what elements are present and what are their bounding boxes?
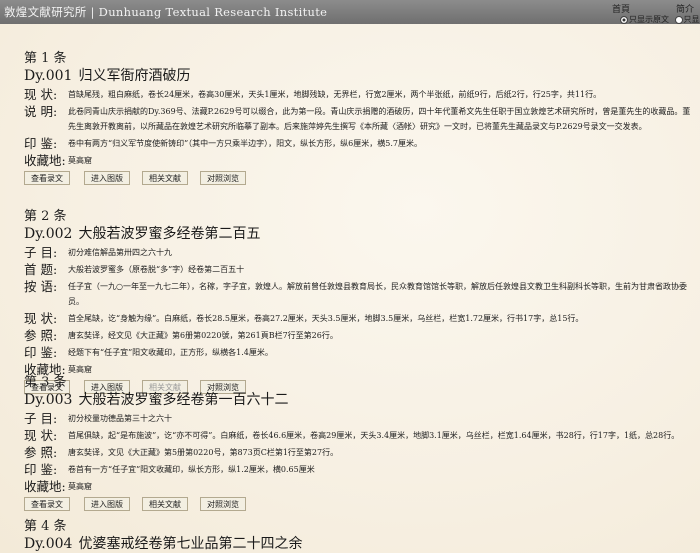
field-row: 现 状: 首全尾缺，讫“身触为缘”。白麻纸，卷长28.5厘米，卷高27.2厘米，… xyxy=(24,311,694,326)
entry-title-row: Dy.002 大般若波罗蜜多经卷第二百五 xyxy=(24,225,694,243)
compare-button[interactable]: 对照浏览 xyxy=(200,497,246,511)
field-label: 子 目: xyxy=(24,245,58,260)
field-value: 卷首有一方“任子宜”阳文收藏印，纵长方形，纵1.2厘米，横0.65厘米 xyxy=(68,465,315,474)
field-row: 收藏地: 莫高窟 xyxy=(24,153,694,168)
radio-all-label: 只显示 xyxy=(683,15,700,24)
entry-seq: 第 2 条 xyxy=(24,209,67,224)
entry-title: 大般若波罗蜜多经卷第一百六十二 xyxy=(78,392,289,408)
field-label: 说 明: xyxy=(24,104,58,119)
entry-actions: 查看录文 进入图版 相关文献 对照浏览 xyxy=(24,494,694,516)
view-image-button[interactable]: 进入图版 xyxy=(84,497,130,511)
field-row: 印 鉴: 卷首有一方“任子宜”阳文收藏印，纵长方形，纵1.2厘米，横0.65厘米 xyxy=(24,462,694,477)
entry-actions: 查看录文 进入图版 相关文献 对照浏览 xyxy=(24,168,694,190)
entry-title: 归义军衙府酒破历 xyxy=(78,68,191,84)
field-value: 唐玄奘译，经文见《大正藏》第6册第0220號，第261頁B栏7行至第26行。 xyxy=(68,331,338,340)
field-label: 收藏地: xyxy=(24,153,66,168)
field-label: 现 状: xyxy=(24,311,58,326)
field-value: 初分难信解品第卅四之六十九 xyxy=(68,248,172,257)
field-row: 收藏地: 莫高窟 xyxy=(24,479,694,494)
field-row: 子 目: 初分校量功德品第三十之六十 xyxy=(24,411,694,426)
field-row: 参 照: 唐玄奘译，经文见《大正藏》第6册第0220號，第261頁B栏7行至第2… xyxy=(24,328,694,343)
field-label: 印 鉴: xyxy=(24,136,58,151)
entry-id: Dy.001 xyxy=(24,68,73,84)
field-row: 按 语: 任子宜（一九○一年至一九七二年），名稼，字子宜，敦煌人。解放前曾任敦煌… xyxy=(24,279,694,309)
field-value: 初分校量功德品第三十之六十 xyxy=(68,414,172,423)
view-record-button[interactable]: 查看录文 xyxy=(24,171,70,185)
entry-id: Dy.003 xyxy=(24,392,73,408)
results-list: 第 1 条 Dy.001 归义军衙府酒破历 现 状: 首缺尾残，粗白麻纸，卷长24… xyxy=(0,24,700,553)
entry-id: Dy.004 xyxy=(24,536,73,552)
field-label: 首 题: xyxy=(24,262,58,277)
field-row: 子 目: 初分难信解品第卅四之六十九 xyxy=(24,245,694,260)
field-label: 参 照: xyxy=(24,328,58,343)
entry-seq: 第 1 条 xyxy=(24,51,67,66)
field-row: 说 明: 此卷同青山庆示捐献的Dy.369号、法藏P.2629号可以缀合，此为第… xyxy=(24,104,694,134)
field-row: 现 状: 首尾俱缺，起“是布施波”，讫“亦不可得”。白麻纸，卷长46.6厘米，卷… xyxy=(24,428,694,443)
field-value: 唐玄奘译，文见《大正藏》第5册第0220号，第873页C栏第1行至第27行。 xyxy=(68,448,339,457)
view-record-button[interactable]: 查看录文 xyxy=(24,497,70,511)
entry-title-row: Dy.004 优婆塞戒经卷第七业品第二十四之余 xyxy=(24,535,694,553)
radio-all[interactable] xyxy=(674,16,683,24)
field-row: 参 照: 唐玄奘译，文见《大正藏》第5册第0220号，第873页C栏第1行至第2… xyxy=(24,445,694,460)
radio-text-only[interactable] xyxy=(620,16,628,24)
field-label: 印 鉴: xyxy=(24,462,58,477)
entry-3: 第 3 条 Dy.003 大般若波罗蜜多经卷第一百六十二 子 目: 初分校量功德品… xyxy=(24,375,694,516)
field-row: 印 鉴: 经题下有“任子宜”阳文收藏印，正方形，纵横各1.4厘米。 xyxy=(24,345,694,360)
entry-4: 第 4 条 Dy.004 优婆塞戒经卷第七业品第二十四之余 xyxy=(24,519,694,553)
field-value: 首缺尾残，粗白麻纸，卷长24厘米，卷高30厘米，天头1厘米，地脚残缺，无界栏，行… xyxy=(68,90,602,99)
field-row: 现 状: 首缺尾残，粗白麻纸，卷长24厘米，卷高30厘米，天头1厘米，地脚残缺，… xyxy=(24,87,694,102)
field-value: 首全尾缺，讫“身触为缘”。白麻纸，卷长28.5厘米，卷高27.2厘米，天头3.5… xyxy=(68,314,584,323)
entry-1: 第 1 条 Dy.001 归义军衙府酒破历 现 状: 首缺尾残，粗白麻纸，卷长24… xyxy=(24,51,694,190)
field-label: 印 鉴: xyxy=(24,345,58,360)
entry-title: 大般若波罗蜜多经卷第二百五 xyxy=(78,226,261,242)
entry-title-row: Dy.001 归义军衙府酒破历 xyxy=(24,67,694,85)
field-value: 经题下有“任子宜”阳文收藏印，正方形，纵横各1.4厘米。 xyxy=(68,348,273,357)
radio-text-only-label: 只显示原文 xyxy=(629,15,669,24)
compare-button[interactable]: 对照浏览 xyxy=(200,171,246,185)
field-label: 收藏地: xyxy=(24,479,66,494)
site-title: 敦煌文献研究所 | Dunhuang Textual Research Inst… xyxy=(4,5,328,19)
entry-2: 第 2 条 Dy.002 大般若波罗蜜多经卷第二百五 子 目: 初分难信解品第卅四… xyxy=(24,209,694,399)
field-label: 现 状: xyxy=(24,428,58,443)
field-label: 参 照: xyxy=(24,445,58,460)
entry-title: 优婆塞戒经卷第七业品第二十四之余 xyxy=(78,536,303,552)
field-value: 此卷同青山庆示捐献的Dy.369号、法藏P.2629号可以缀合，此为第一段。青山… xyxy=(68,107,691,131)
field-label: 按 语: xyxy=(24,279,58,294)
top-bar: 敦煌文献研究所 | Dunhuang Textual Research Inst… xyxy=(0,0,700,24)
field-row: 首 题: 大般若波罗蜜多（原卷脱“多”字）经卷第二百五十 xyxy=(24,262,694,277)
field-label: 现 状: xyxy=(24,87,58,102)
field-value: 首尾俱缺，起“是布施波”，讫“亦不可得”。白麻纸，卷长46.6厘米，卷高29厘米… xyxy=(68,431,680,440)
field-row: 印 鉴: 卷中有两方“归义军节度使新铸印”（其中一方只乘半边字），阳文，纵长方形… xyxy=(24,136,694,151)
entry-title-row: Dy.003 大般若波罗蜜多经卷第一百六十二 xyxy=(24,391,694,409)
entry-id: Dy.002 xyxy=(24,226,73,242)
field-value: 大般若波罗蜜多（原卷脱“多”字）经卷第二百五十 xyxy=(68,265,245,274)
entry-seq: 第 3 条 xyxy=(24,375,67,390)
related-docs-button[interactable]: 相关文献 xyxy=(142,171,188,185)
related-docs-button[interactable]: 相关文献 xyxy=(142,497,188,511)
field-value: 莫高窟 xyxy=(68,156,92,165)
field-value: 任子宜（一九○一年至一九七二年），名稼，字子宜，敦煌人。解放前曾任敦煌县教育局长… xyxy=(68,282,687,306)
entry-seq: 第 4 条 xyxy=(24,519,67,534)
field-value: 卷中有两方“归义军节度使新铸印”（其中一方只乘半边字），阳文，纵长方形，纵6厘米… xyxy=(68,139,422,148)
field-label: 子 目: xyxy=(24,411,58,426)
view-image-button[interactable]: 进入图版 xyxy=(84,171,130,185)
field-value: 莫高窟 xyxy=(68,482,92,491)
